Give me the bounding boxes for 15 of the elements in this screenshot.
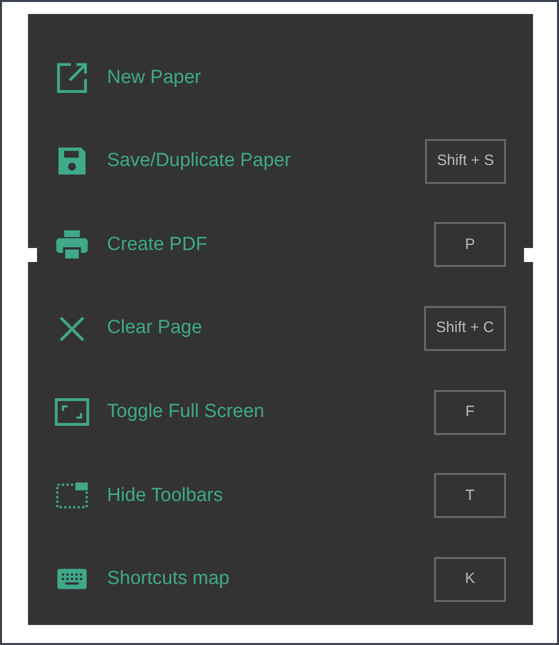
resize-handle[interactable]: [524, 248, 533, 262]
menu-item[interactable]: Save/Duplicate Paper: [107, 147, 291, 176]
menu-item[interactable]: Clear Page: [107, 314, 202, 343]
shortcut-key: K: [434, 556, 506, 602]
menu-item[interactable]: New Paper: [107, 64, 201, 92]
menu-item[interactable]: Create PDF: [107, 230, 208, 260]
shortcut-key: T: [434, 473, 506, 518]
shortcut-key: F: [434, 390, 506, 435]
shortcut-key: P: [434, 222, 506, 268]
menu-item[interactable]: Toggle Full Screen: [107, 398, 264, 426]
shortcut-key: Shift + S: [424, 138, 506, 184]
menu-item[interactable]: Hide Toolbars: [107, 482, 223, 510]
shortcut-key: Shift + C: [424, 306, 506, 352]
resize-handle[interactable]: [28, 248, 37, 262]
menu-item[interactable]: Shortcuts map: [107, 565, 230, 594]
